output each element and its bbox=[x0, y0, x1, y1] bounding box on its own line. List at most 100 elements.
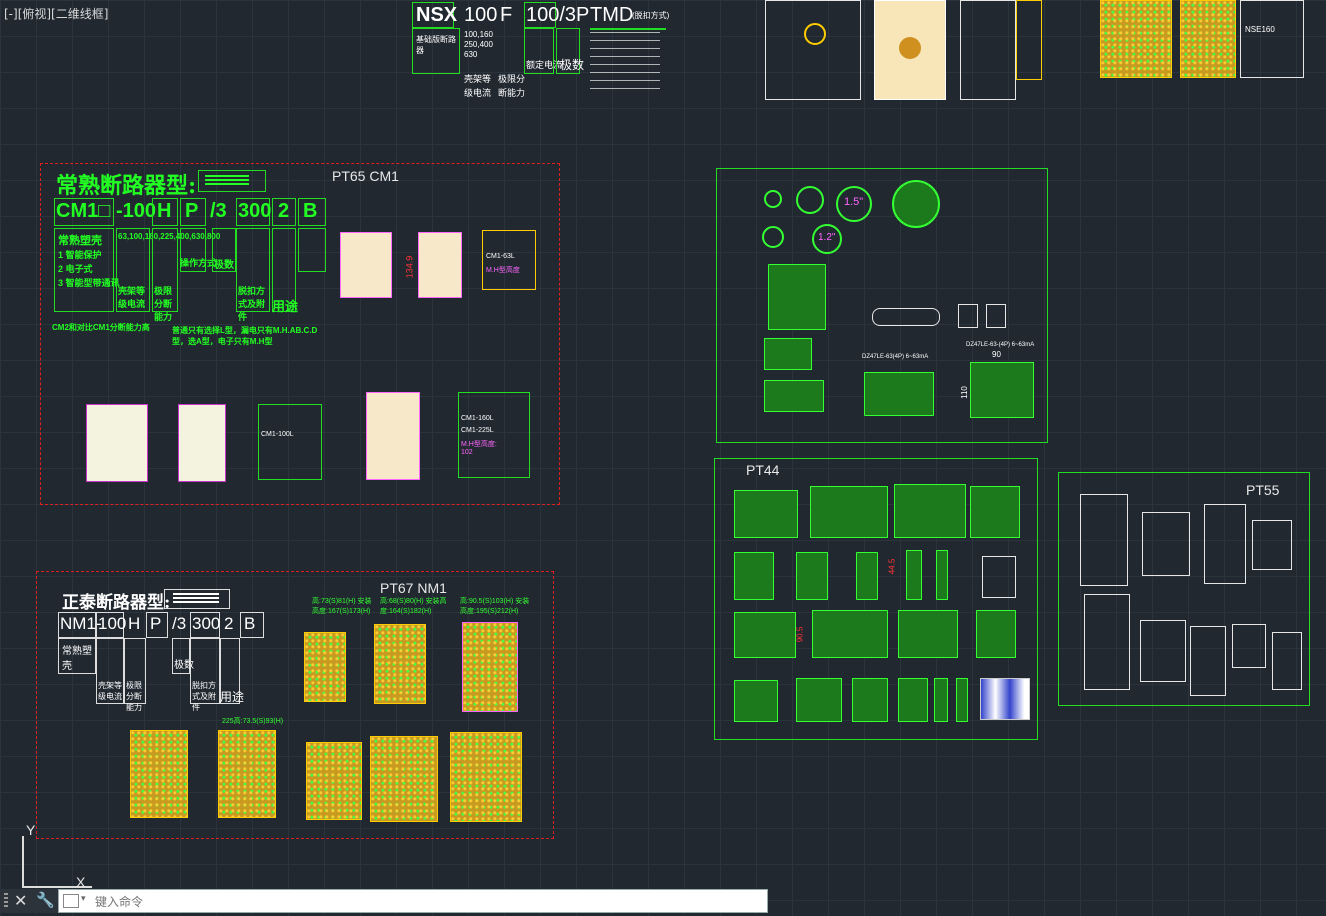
nsx-code: NSX bbox=[416, 4, 458, 26]
pt44-mcb-18[interactable] bbox=[934, 678, 948, 722]
pt55-contactor-5[interactable] bbox=[1084, 594, 1130, 690]
mcb-text-1: DZ47LE-63(4P) 6~63mA bbox=[862, 354, 929, 360]
command-bar[interactable]: ▾ bbox=[58, 889, 768, 913]
pt67-breaker-6[interactable] bbox=[306, 742, 362, 820]
gland-icon: 1.2" bbox=[812, 224, 842, 254]
pt55-contactor-6[interactable] bbox=[1140, 620, 1186, 682]
blank-fill bbox=[173, 593, 219, 605]
pt44-mcb-11[interactable] bbox=[812, 610, 888, 658]
gland-icon bbox=[762, 226, 784, 248]
pt44-busbar[interactable] bbox=[980, 678, 1030, 720]
pt44-mcb-2[interactable] bbox=[810, 486, 888, 538]
pt65-breaker-3[interactable] bbox=[86, 404, 148, 482]
pt65-code-4: /3 bbox=[210, 200, 227, 222]
pt67-heading-box bbox=[164, 589, 230, 609]
fuse-holder-2[interactable] bbox=[986, 304, 1006, 328]
pt67-note-2: 高:90.5(S)103(H) 安装高度:195(S)212(H) bbox=[460, 598, 530, 615]
pt44-mcb-9[interactable] bbox=[936, 550, 948, 600]
pt55-contactor-9[interactable] bbox=[1272, 632, 1302, 690]
pt44-mcb-17[interactable] bbox=[898, 678, 928, 722]
pt44-mcb-12[interactable] bbox=[898, 610, 958, 658]
wrench-icon[interactable]: 🔧 bbox=[36, 891, 55, 909]
top-breaker-yellow-1[interactable] bbox=[1100, 0, 1172, 78]
ucs-y-axis bbox=[22, 836, 24, 888]
pt65-use: 用途 bbox=[272, 299, 299, 314]
pt65-breaker-2[interactable] bbox=[418, 232, 462, 298]
pt44-mcb-16[interactable] bbox=[852, 678, 888, 722]
pt44-mcb-1[interactable] bbox=[734, 490, 798, 538]
pt67-breaker-7[interactable] bbox=[370, 736, 438, 822]
top-breaker-cream[interactable] bbox=[874, 0, 946, 100]
pt65-side-3[interactable]: CM1-160L CM1-225L M.H型高度: 102 bbox=[458, 392, 530, 478]
rcbo-1[interactable] bbox=[864, 372, 934, 416]
pt55-contactor-1[interactable] bbox=[1080, 494, 1128, 586]
top-breaker-side[interactable] bbox=[960, 0, 1016, 100]
pt55-contactor-2[interactable] bbox=[1142, 512, 1190, 576]
pt65-breaker-1[interactable] bbox=[340, 232, 392, 298]
pt44-mcb-13[interactable] bbox=[976, 610, 1016, 658]
gland-label-2: 1.2" bbox=[818, 232, 836, 243]
fuse-holder-1[interactable] bbox=[958, 304, 978, 328]
chevron-down-icon[interactable]: ▾ bbox=[81, 894, 86, 904]
grip-icon[interactable] bbox=[4, 893, 8, 909]
pt65-sub1: 常熟塑壳 bbox=[58, 235, 102, 247]
viewport-controls[interactable]: [-][俯视][二维线框] bbox=[4, 5, 108, 22]
pt65-breaker-5[interactable] bbox=[366, 392, 420, 480]
pt65-ratings: 63,100,160,225,400,630,800 bbox=[118, 232, 220, 241]
pt67-breaker-2[interactable] bbox=[374, 624, 426, 704]
pt55-contactor-8[interactable] bbox=[1232, 624, 1266, 668]
pt44-mcb-19[interactable] bbox=[956, 678, 968, 722]
cap-b: 断能力 bbox=[498, 88, 526, 98]
terminal-block-2[interactable] bbox=[764, 338, 812, 370]
pt44-mcb-15[interactable] bbox=[796, 678, 842, 722]
dim-110: 110 bbox=[959, 386, 969, 399]
mh-hint-2: M.H型高度: bbox=[461, 441, 497, 448]
close-icon[interactable]: ✕ bbox=[14, 891, 27, 910]
terminal-block-3[interactable] bbox=[764, 380, 824, 412]
nse-breaker[interactable]: NSE160 bbox=[1240, 0, 1304, 78]
top-breaker-yellow-2[interactable] bbox=[1180, 0, 1236, 78]
top-breaker-outline-1[interactable] bbox=[765, 0, 861, 100]
blank-fill bbox=[205, 175, 249, 187]
tmd-note: (脱扣方式) bbox=[632, 11, 670, 20]
pt44-mcb-3[interactable] bbox=[894, 484, 966, 538]
pt55-contactor-3[interactable] bbox=[1204, 504, 1246, 584]
pt55-title: PT55 bbox=[1246, 482, 1280, 498]
gland-label-1: 1.5" bbox=[844, 196, 864, 208]
pt44-mcb-5[interactable] bbox=[734, 552, 774, 600]
command-history-icon[interactable] bbox=[63, 894, 79, 908]
top-breaker-side-yellow[interactable] bbox=[1016, 0, 1042, 80]
cm1-160l-label: CM1-160L bbox=[461, 415, 494, 422]
pt44-mcb-8[interactable] bbox=[906, 550, 922, 600]
terminal-block-1[interactable] bbox=[768, 264, 826, 330]
pt55-contactor-4[interactable] bbox=[1252, 520, 1292, 570]
pt67-breaker-8[interactable] bbox=[450, 732, 522, 822]
rcbo-2[interactable] bbox=[970, 362, 1034, 418]
pt67-code-1: 100 bbox=[98, 614, 127, 633]
cm1-100l-label: CM1-100L bbox=[261, 431, 294, 438]
command-input[interactable] bbox=[93, 892, 757, 912]
pt55-contactor-7[interactable] bbox=[1190, 626, 1226, 696]
pt44-mcb-10[interactable] bbox=[734, 612, 796, 658]
pt44-mcb-4[interactable] bbox=[970, 486, 1020, 538]
pt65-side-2[interactable]: CM1-100L bbox=[258, 404, 322, 480]
pt44-dim-1: 44.5 bbox=[887, 558, 897, 575]
pt65-breaker-4[interactable] bbox=[178, 404, 226, 482]
pt44-mcb-6[interactable] bbox=[796, 552, 828, 600]
gland-icon: 1.5" bbox=[836, 186, 872, 222]
pt67-code-3: P bbox=[150, 614, 162, 633]
fuse-outline[interactable] bbox=[872, 308, 940, 326]
pt67-breaker-4[interactable] bbox=[130, 730, 188, 818]
pt67-breaker-1[interactable] bbox=[304, 632, 346, 702]
pt67-breaker-5[interactable] bbox=[218, 730, 276, 818]
pt67-code-7: B bbox=[244, 614, 256, 633]
col2b-text: 250,400 bbox=[464, 40, 493, 49]
pt67-breaker-3[interactable] bbox=[462, 622, 518, 712]
pt44-mcb-7[interactable] bbox=[856, 552, 878, 600]
pt44-block[interactable] bbox=[982, 556, 1016, 598]
pt65-sub1-item-0: 1 智能保护 bbox=[58, 250, 102, 260]
pt44-mcb-14[interactable] bbox=[734, 680, 778, 722]
pt65-side-1[interactable]: CM1-63L M.H型高度 bbox=[482, 230, 536, 290]
pt65-code-0: CM1□ bbox=[56, 200, 111, 222]
gland-icon bbox=[796, 186, 824, 214]
